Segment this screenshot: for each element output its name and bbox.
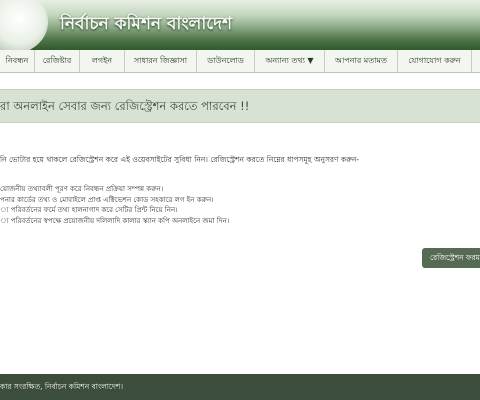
logo-graphic bbox=[0, 0, 48, 50]
nav-item-contact[interactable]: যোগাযোগ করুন bbox=[398, 50, 472, 72]
notice-banner: রা অনলাইন সেবার জন্য রেজিস্ট্রেশন করতে প… bbox=[0, 89, 480, 123]
list-item: পনার কার্ডের তথ্য ও মোবাইলে প্রাপ্ত এক্ট… bbox=[0, 195, 214, 204]
site-title: নির্বাচন কমিশন বাংলাদেশ bbox=[60, 14, 233, 34]
nav-item-download[interactable]: ডাউনলোড bbox=[197, 50, 255, 72]
nav-item-register[interactable]: রেজিষ্টার bbox=[35, 50, 80, 72]
list-item: ্য পরিবর্তনের স্বপক্ষে প্রয়োজনীয় দলিলা… bbox=[0, 216, 230, 225]
registration-form-button[interactable]: রেজিস্ট্রেশন ফরম bbox=[422, 248, 480, 268]
copyright-text: কার সংরক্ষিত, নির্বাচন কমিশন বাংলাদেশ। bbox=[0, 382, 124, 391]
nav-item-registration[interactable]: নিবন্ধন bbox=[0, 50, 35, 72]
nav-item-feedback[interactable]: আপনার মতামত bbox=[325, 50, 398, 72]
main-nav: নিবন্ধন রেজিষ্টার লগইন সাধারন জিজ্ঞাসা ড… bbox=[0, 50, 480, 73]
site-footer: কার সংরক্ষিত, নির্বাচন কমিশন বাংলাদেশ। bbox=[0, 374, 480, 400]
nav-item-other-info[interactable]: অন্যান্য তথ্য ▼ bbox=[255, 50, 325, 72]
steps-list: য়োজনীয় তথ্যাবলী পূরণ করে নিবন্ধন প্রক্… bbox=[0, 184, 229, 226]
intro-text: নি ভোটার হয়ে থাকলে রেজিস্ট্রেশন করে এই … bbox=[0, 155, 360, 164]
site-header: নির্বাচন কমিশন বাংলাদেশ bbox=[0, 0, 480, 50]
list-item: ্য পরিবর্তনের ফর্মে তথ্য হালনাগাদ করে সে… bbox=[0, 206, 178, 214]
notice-text: রা অনলাইন সেবার জন্য রেজিস্ট্রেশন করতে প… bbox=[0, 99, 250, 113]
nav-item-faq[interactable]: সাধারন জিজ্ঞাসা bbox=[125, 50, 197, 72]
list-item: য়োজনীয় তথ্যাবলী পূরণ করে নিবন্ধন প্রক্… bbox=[0, 185, 164, 193]
nav-item-login[interactable]: লগইন bbox=[80, 50, 125, 72]
nav-item-overflow[interactable] bbox=[472, 50, 480, 72]
